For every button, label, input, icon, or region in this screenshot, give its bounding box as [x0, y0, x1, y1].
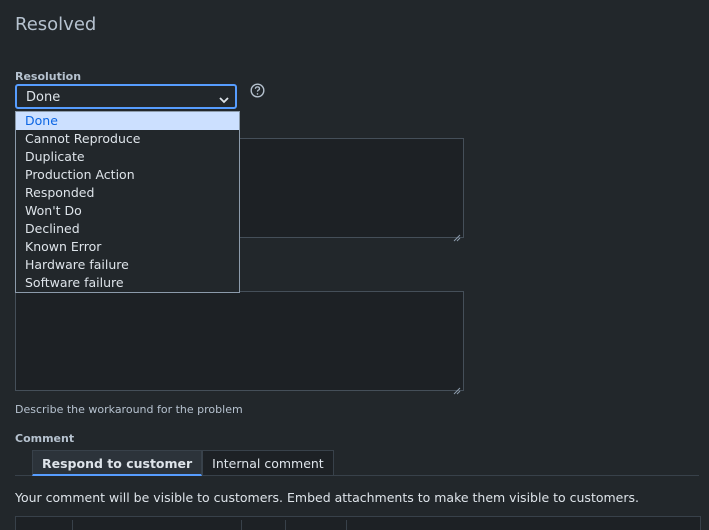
page-title: Resolved [15, 14, 97, 35]
help-circle-icon[interactable] [250, 83, 265, 98]
resolution-select[interactable]: Done [15, 84, 237, 109]
workaround-textarea[interactable] [15, 291, 464, 395]
resolution-label: Resolution [15, 70, 82, 83]
tab-respond-to-customer[interactable]: Respond to customer [32, 450, 203, 476]
comment-visibility-notice: Your comment will be visible to customer… [15, 490, 639, 505]
resize-handle-icon[interactable] [453, 227, 461, 242]
workaround-description: Describe the workaround for the problem [15, 403, 243, 416]
option-known-error[interactable]: Known Error [16, 238, 239, 256]
option-cannot-reproduce[interactable]: Cannot Reproduce [16, 130, 239, 148]
resize-handle-icon[interactable] [453, 380, 461, 395]
option-declined[interactable]: Declined [16, 220, 239, 238]
resolution-select-value: Done [26, 90, 61, 105]
option-responded[interactable]: Responded [16, 184, 239, 202]
toolbar-separator [285, 520, 286, 530]
option-production-action[interactable]: Production Action [16, 166, 239, 184]
option-software-failure[interactable]: Software failure [16, 274, 239, 292]
option-done[interactable]: Done [16, 112, 239, 130]
toolbar-separator [72, 520, 73, 530]
toolbar-separator [346, 520, 347, 530]
option-hardware-failure[interactable]: Hardware failure [16, 256, 239, 274]
option-wont-do[interactable]: Won't Do [16, 202, 239, 220]
resolution-dropdown-list: Done Cannot Reproduce Duplicate Producti… [15, 111, 240, 293]
comment-tabs: Respond to customer Internal comment [32, 450, 334, 476]
resolve-issue-form: Resolved Resolution Done Describe the wo… [0, 0, 709, 530]
toolbar-separator [241, 520, 242, 530]
tab-internal-comment[interactable]: Internal comment [202, 450, 334, 476]
option-duplicate[interactable]: Duplicate [16, 148, 239, 166]
editor-toolbar [15, 516, 701, 530]
chevron-down-icon [219, 93, 229, 108]
comment-label: Comment [15, 432, 75, 445]
